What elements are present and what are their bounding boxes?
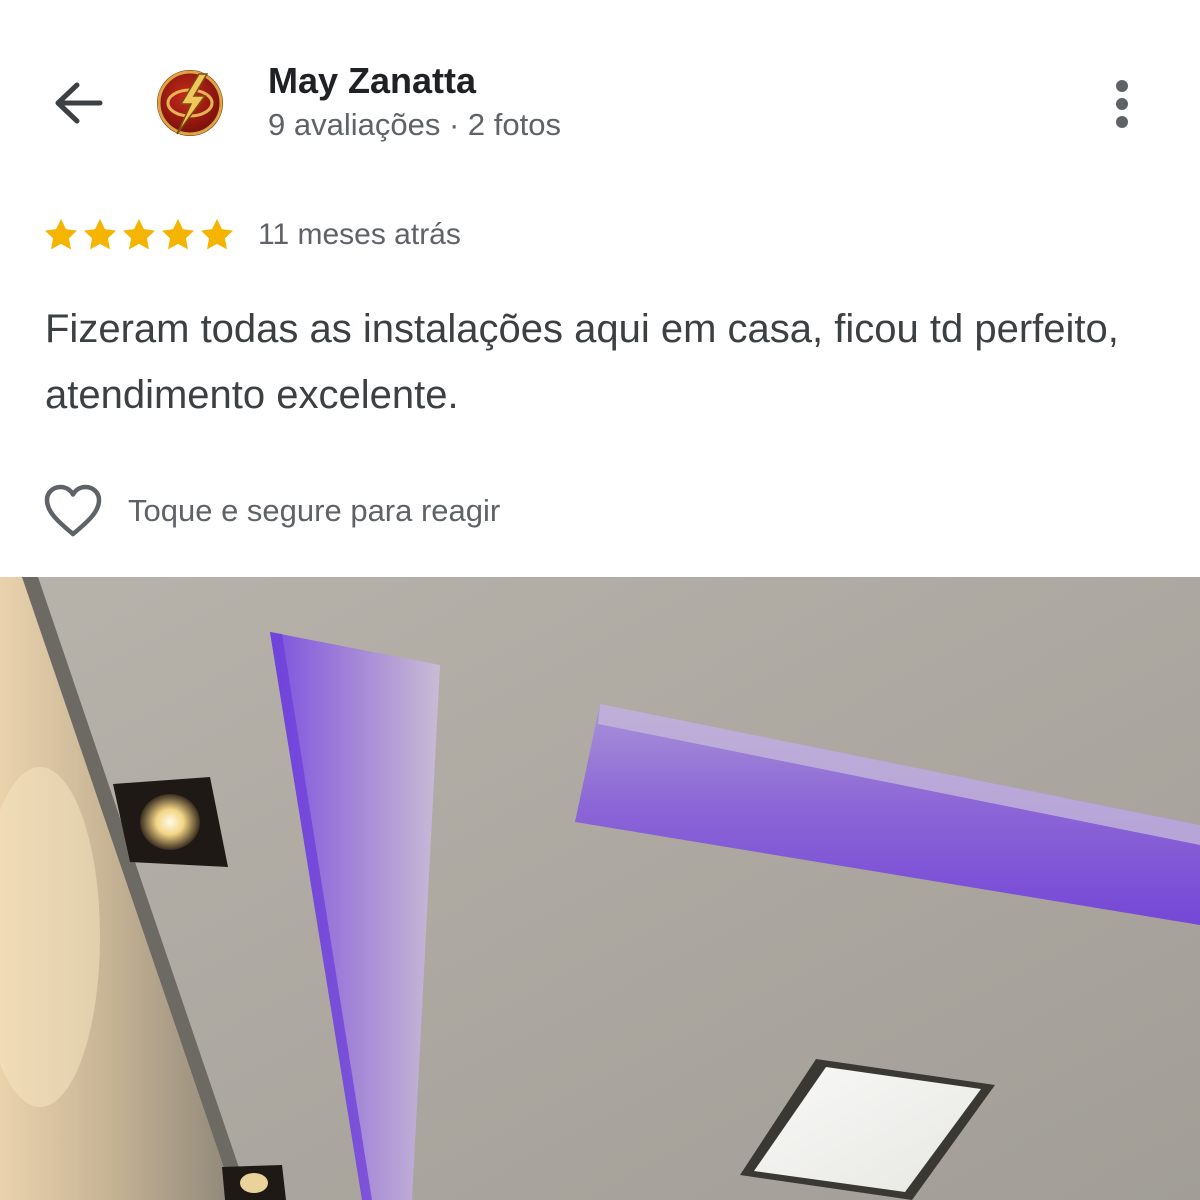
heart-outline-icon bbox=[44, 484, 102, 537]
arrow-back-icon bbox=[55, 82, 103, 124]
reaction-row[interactable]: Toque e segure para reagir bbox=[42, 482, 500, 540]
flash-emblem-avatar bbox=[157, 70, 223, 136]
avatar[interactable] bbox=[155, 68, 225, 138]
ceiling-photo bbox=[0, 577, 1200, 1200]
more-vert-icon-dot bbox=[1116, 80, 1128, 92]
review-header: May Zanatta 9 avaliações · 2 fotos bbox=[0, 0, 1200, 180]
more-options-button[interactable] bbox=[1100, 76, 1144, 132]
more-vert-icon-dot bbox=[1116, 116, 1128, 128]
rating-row: 11 meses atrás bbox=[42, 212, 461, 258]
more-vert-icon-dot bbox=[1116, 98, 1128, 110]
profile-name[interactable]: May Zanatta bbox=[268, 60, 476, 102]
review-photo[interactable] bbox=[0, 577, 1200, 1200]
star-icon bbox=[201, 218, 233, 250]
star-icon bbox=[45, 218, 77, 250]
star-rating bbox=[42, 216, 236, 254]
star-icon bbox=[162, 218, 194, 250]
profile-stats: 9 avaliações · 2 fotos bbox=[268, 107, 561, 142]
review-text: Fizeram todas as instalações aqui em cas… bbox=[45, 307, 1119, 417]
react-hint-label: Toque e segure para reagir bbox=[128, 493, 501, 528]
back-button[interactable] bbox=[44, 72, 112, 134]
react-button[interactable] bbox=[42, 482, 104, 540]
star-icon bbox=[84, 218, 116, 250]
review-timestamp: 11 meses atrás bbox=[258, 218, 461, 251]
star-icon bbox=[123, 218, 155, 250]
